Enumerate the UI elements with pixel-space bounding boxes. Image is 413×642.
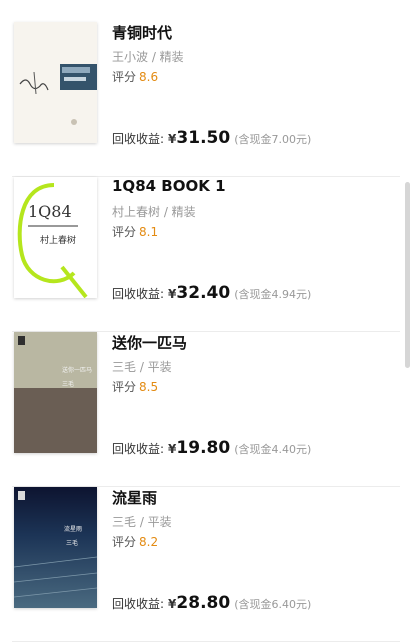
list-item[interactable]: 青铜时代 王小波 / 精装 评分 8.6 回收收益: ¥31.50 (含现金7.00元… xyxy=(0,22,400,177)
cover-title-text: 送你一匹马 xyxy=(62,366,92,374)
book-cover-image xyxy=(14,22,97,143)
book-cover-image: 流星雨 三毛 xyxy=(14,487,97,608)
earnings-label: 回收收益: xyxy=(112,132,165,146)
book-meta: 三毛 / 平装 xyxy=(112,515,172,529)
rating-label: 评分 xyxy=(112,535,137,549)
book-cover-image: 1Q84 村上春树 xyxy=(14,177,97,298)
rating-label: 评分 xyxy=(112,70,137,84)
rating-score: 8.5 xyxy=(139,380,159,394)
list-item[interactable]: 1Q84 村上春树 1Q84 BOOK 1 村上春树 / 精装 评分 8.1 回收… xyxy=(0,177,400,332)
book-rating: 评分 8.2 xyxy=(112,533,158,550)
cash-note: (含现金7.00元) xyxy=(234,133,312,146)
book-cover[interactable] xyxy=(14,22,97,143)
recycle-earnings: 回收收益: ¥28.80 (含现金6.40元) xyxy=(112,593,311,613)
book-title[interactable]: 流星雨 xyxy=(112,487,157,508)
earnings-amount: 31.50 xyxy=(176,128,231,148)
book-title[interactable]: 送你一匹马 xyxy=(112,332,187,353)
rating-label: 评分 xyxy=(112,225,137,239)
recycle-earnings: 回收收益: ¥19.80 (含现金4.40元) xyxy=(112,438,311,458)
earnings-amount: 19.80 xyxy=(176,438,231,458)
book-cover-image: 送你一匹马 三毛 xyxy=(14,332,97,453)
list-item[interactable]: 送你一匹马 三毛 送你一匹马 三毛 / 平装 评分 8.5 回收收益: ¥19.80… xyxy=(0,332,400,487)
cover-author-text: 三毛 xyxy=(66,539,78,547)
vertical-scrollbar[interactable] xyxy=(405,182,410,368)
book-title[interactable]: 1Q84 BOOK 1 xyxy=(112,177,226,195)
book-rating: 评分 8.6 xyxy=(112,68,158,85)
cash-note: (含现金6.40元) xyxy=(234,598,312,611)
rating-score: 8.6 xyxy=(139,70,159,84)
book-rating: 评分 8.5 xyxy=(112,378,158,395)
earnings-label: 回收收益: xyxy=(112,287,165,301)
recycle-earnings: 回收收益: ¥31.50 (含现金7.00元) xyxy=(112,128,311,148)
book-title[interactable]: 青铜时代 xyxy=(112,22,172,43)
book-meta: 王小波 / 精装 xyxy=(112,50,184,64)
cover-author-text: 村上春树 xyxy=(40,234,76,246)
book-cover[interactable]: 送你一匹马 三毛 xyxy=(14,332,97,453)
book-cover[interactable]: 1Q84 村上春树 xyxy=(14,177,97,298)
cash-note: (含现金4.40元) xyxy=(234,443,312,456)
earnings-amount: 28.80 xyxy=(176,593,231,613)
cover-title-text: 1Q84 xyxy=(28,202,72,221)
earnings-label: 回收收益: xyxy=(112,442,165,456)
cash-note: (含现金4.94元) xyxy=(234,288,312,301)
book-cover[interactable]: 流星雨 三毛 xyxy=(14,487,97,608)
book-rating: 评分 8.1 xyxy=(112,223,158,240)
book-meta: 村上春树 / 精装 xyxy=(112,205,196,219)
recycle-earnings: 回收收益: ¥32.40 (含现金4.94元) xyxy=(112,283,311,303)
cover-title-text: 流星雨 xyxy=(64,525,82,533)
list-item[interactable]: 流星雨 三毛 流星雨 三毛 / 平装 评分 8.2 回收收益: ¥28.80 (含现金… xyxy=(0,487,400,642)
earnings-label: 回收收益: xyxy=(112,597,165,611)
cover-author-text: 三毛 xyxy=(62,380,74,388)
rating-score: 8.2 xyxy=(139,535,159,549)
book-meta: 三毛 / 平装 xyxy=(112,360,172,374)
earnings-amount: 32.40 xyxy=(176,283,231,303)
rating-score: 8.1 xyxy=(139,225,159,239)
rating-label: 评分 xyxy=(112,380,137,394)
